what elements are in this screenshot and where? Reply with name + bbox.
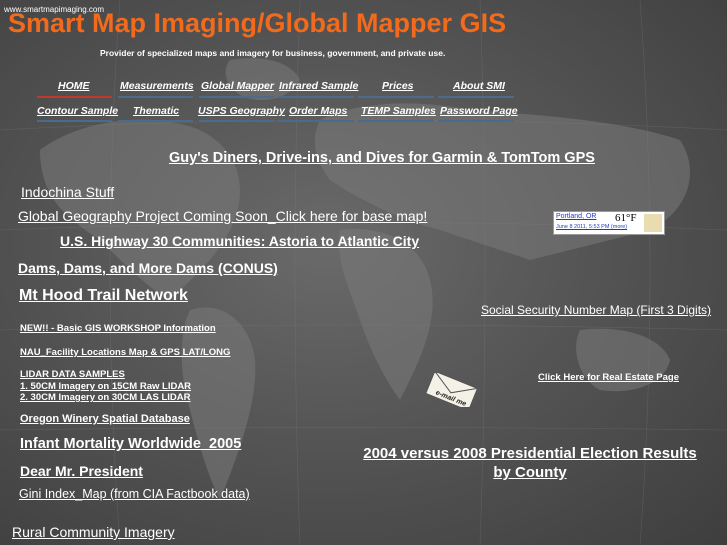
weather-widget[interactable]: Portland, OR 61°F June 8 2011, 5:53 PM (…	[553, 211, 665, 235]
nav-global-mapper[interactable]: Global Mapper	[201, 80, 274, 92]
site-title: Smart Map Imaging/Global Mapper GIS	[8, 8, 507, 38]
nav-divider	[438, 120, 514, 122]
link-gini-index[interactable]: Gini Index_Map (from CIA Factbook data)	[19, 487, 250, 501]
nav-divider	[278, 96, 354, 98]
nav-divider	[278, 120, 354, 122]
nav-divider	[358, 120, 434, 122]
link-nau-facility[interactable]: NAU_Facility Locations Map & GPS LAT/LON…	[20, 347, 230, 358]
link-mt-hood[interactable]: Mt Hood Trail Network	[19, 287, 188, 305]
link-indochina[interactable]: Indochina Stuff	[21, 184, 114, 200]
election-results-block: 2004 versus 2008 Presidential Election R…	[340, 444, 720, 482]
nav-active-indicator	[37, 96, 112, 98]
nav-divider	[37, 120, 112, 122]
nav-infrared-sample[interactable]: Infrared Sample	[279, 80, 358, 92]
link-gis-workshop[interactable]: NEW!! - Basic GIS WORKSHOP Information	[20, 323, 216, 334]
weather-condition-icon	[644, 214, 662, 232]
link-dams[interactable]: Dams, Dams, and More Dams (CONUS)	[18, 260, 278, 276]
link-global-geography[interactable]: Global Geography Project Coming Soon_Cli…	[18, 208, 427, 224]
link-oregon-winery[interactable]: Oregon Winery Spatial Database	[20, 413, 190, 425]
nav-divider	[118, 120, 193, 122]
nav-prices[interactable]: Prices	[382, 80, 414, 92]
nav-divider	[199, 120, 274, 122]
link-real-estate[interactable]: Click Here for Real Estate Page	[538, 372, 679, 383]
email-envelope-icon[interactable]: e-mail me	[423, 373, 481, 407]
nav-divider	[199, 96, 274, 98]
link-dear-president[interactable]: Dear Mr. President	[20, 463, 143, 479]
link-election-results-line2[interactable]: by County	[493, 464, 566, 481]
nav-order-maps[interactable]: Order Maps	[289, 105, 347, 117]
nav-divider	[358, 96, 434, 98]
link-lidar-1[interactable]: 1. 50CM Imagery on 15CM Raw LIDAR	[20, 381, 191, 392]
site-tagline: Provider of specialized maps and imagery…	[100, 48, 446, 58]
link-guys-diners[interactable]: Guy's Diners, Drive-ins, and Dives for G…	[169, 150, 595, 166]
link-ssn-map[interactable]: Social Security Number Map (First 3 Digi…	[481, 303, 711, 317]
nav-password-page[interactable]: Password Page	[440, 105, 518, 117]
nav-contour-sample[interactable]: Contour Sample	[37, 105, 118, 117]
nav-divider	[438, 96, 514, 98]
link-lidar-2[interactable]: 2. 30CM Imagery on 30CM LAS LIDAR	[20, 392, 191, 403]
link-election-results[interactable]: 2004 versus 2008 Presidential Election R…	[363, 445, 697, 462]
weather-city-link[interactable]: Portland, OR	[556, 213, 596, 220]
nav-home[interactable]: HOME	[58, 80, 90, 92]
weather-datetime-link[interactable]: June 8 2011, 5:53 PM (more)	[556, 224, 627, 230]
link-us-highway-30[interactable]: U.S. Highway 30 Communities: Astoria to …	[60, 233, 419, 249]
nav-usps-geography[interactable]: USPS Geography	[198, 105, 285, 117]
nav-divider	[118, 96, 193, 98]
weather-temperature: 61°F	[615, 212, 637, 224]
link-rural-community[interactable]: Rural Community Imagery	[12, 524, 175, 540]
nav-measurements[interactable]: Measurements	[120, 80, 194, 92]
nav-about-smi[interactable]: About SMI	[453, 80, 505, 92]
link-infant-mortality[interactable]: Infant Mortality Worldwide_2005	[20, 436, 241, 452]
nav-temp-samples[interactable]: TEMP Samples	[361, 105, 436, 117]
link-lidar-samples[interactable]: LIDAR DATA SAMPLES	[20, 369, 125, 380]
nav-thematic[interactable]: Thematic	[133, 105, 179, 117]
